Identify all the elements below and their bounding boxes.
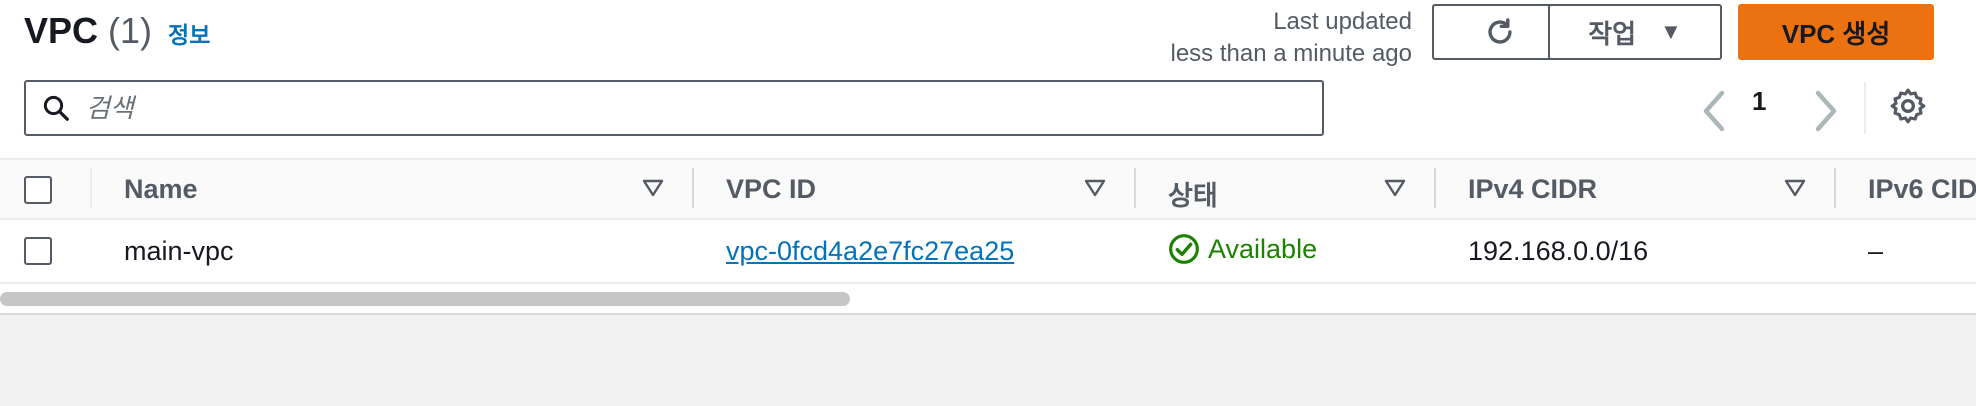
page-number[interactable]: 1 — [1752, 86, 1766, 117]
row-checkbox[interactable] — [24, 237, 52, 265]
column-header-ipv4-cidr[interactable]: IPv4 CIDR — [1468, 174, 1597, 205]
vpc-count: (1) — [108, 10, 153, 51]
cell-ipv4-cidr: 192.168.0.0/16 — [1468, 236, 1649, 266]
table-row[interactable]: main-vpc vpc-0fcd4a2e7fc27ea25 Available… — [0, 220, 1976, 284]
vpc-panel: VPC (1) 정보 Last updated less than a minu… — [0, 0, 1976, 315]
horizontal-scrollbar[interactable] — [0, 292, 850, 306]
chevron-left-icon[interactable] — [1700, 86, 1728, 136]
sort-caret-icon[interactable] — [1084, 178, 1106, 203]
last-updated: Last updated less than a minute ago — [1171, 6, 1413, 70]
column-header-status[interactable]: 상태 — [1168, 174, 1218, 213]
vpc-id-link[interactable]: vpc-0fcd4a2e7fc27ea25 — [726, 236, 1014, 267]
sort-caret-icon[interactable] — [1784, 178, 1806, 203]
column-divider — [90, 168, 92, 208]
title-text: VPC — [24, 10, 99, 51]
column-header-ipv6-cidr[interactable]: IPv6 CID — [1868, 174, 1976, 205]
column-resize-handle[interactable] — [1434, 168, 1436, 208]
refresh-icon — [1488, 18, 1512, 44]
check-circle-icon — [1169, 234, 1199, 264]
create-vpc-button[interactable]: VPC 생성 — [1738, 4, 1934, 60]
status-text: Available — [1208, 233, 1318, 264]
last-updated-label: Last updated — [1273, 8, 1412, 35]
column-resize-handle[interactable] — [692, 168, 694, 208]
actions-label: 작업 — [1588, 18, 1637, 49]
info-link[interactable]: 정보 — [168, 16, 210, 50]
select-all-checkbox[interactable] — [24, 176, 52, 204]
gear-icon[interactable] — [1888, 86, 1928, 131]
caret-down-icon: ▼ — [1660, 19, 1682, 44]
chevron-right-icon[interactable] — [1812, 86, 1840, 136]
last-updated-value: less than a minute ago — [1170, 40, 1413, 67]
pagination-divider — [1864, 82, 1866, 134]
cell-name: main-vpc — [124, 236, 234, 266]
search-icon — [26, 93, 86, 123]
column-resize-handle[interactable] — [1134, 168, 1136, 208]
search-field[interactable] — [24, 80, 1324, 136]
column-header-name[interactable]: Name — [124, 174, 198, 205]
column-resize-handle[interactable] — [1834, 168, 1836, 208]
actions-dropdown-button[interactable]: 작업 ▼ — [1548, 4, 1722, 60]
column-header-vpc-id[interactable]: VPC ID — [726, 174, 816, 205]
table-header: Name VPC ID 상태 IPv4 CIDR IPv6 CID — [0, 158, 1976, 220]
cell-ipv6-cidr: – — [1868, 236, 1884, 266]
status-badge: Available — [1168, 233, 1317, 265]
search-input[interactable] — [86, 92, 1286, 124]
sort-caret-icon[interactable] — [642, 178, 664, 203]
sort-caret-icon[interactable] — [1384, 178, 1406, 203]
page-title: VPC (1) 정보 — [24, 10, 210, 51]
